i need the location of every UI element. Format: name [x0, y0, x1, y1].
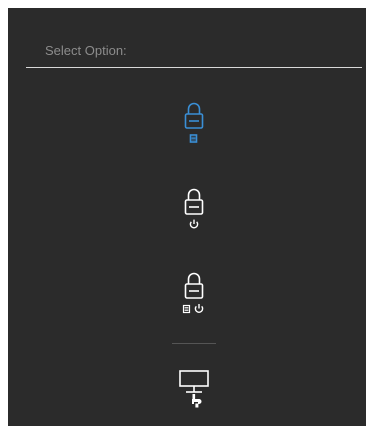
select-option-title: Select Option:: [45, 43, 127, 58]
options-divider: [172, 343, 216, 344]
monitor-wrench-icon: [179, 370, 209, 408]
option-menu-power-lock[interactable]: [162, 270, 226, 334]
lock-menu-power-icon: [182, 272, 204, 314]
title-divider: [26, 67, 362, 68]
option-power-lock[interactable]: [162, 186, 226, 250]
lock-menu-icon: [184, 102, 204, 143]
option-diagnostics[interactable]: [162, 368, 226, 432]
option-menu-lock[interactable]: [162, 100, 226, 164]
lock-power-icon: [184, 188, 204, 229]
